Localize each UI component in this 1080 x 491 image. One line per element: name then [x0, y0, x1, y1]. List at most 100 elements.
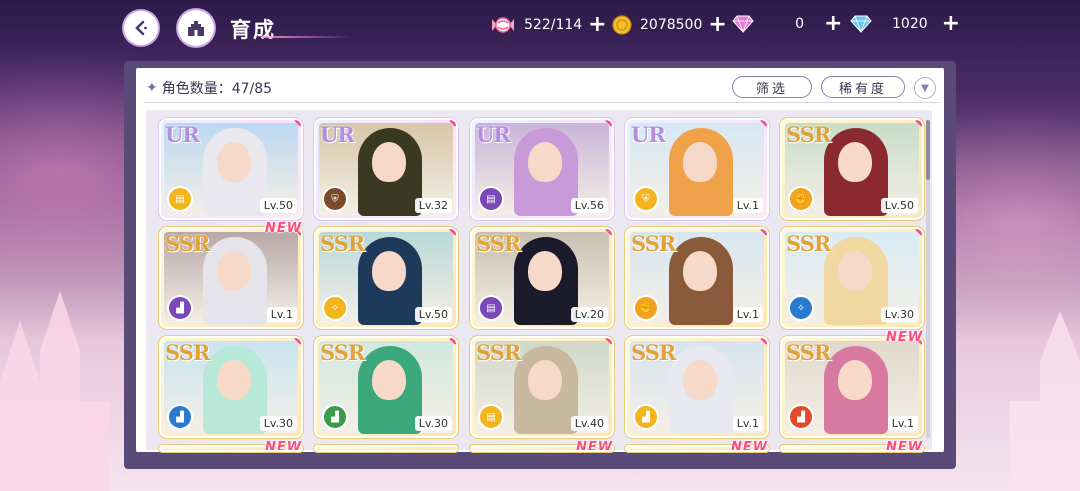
level-label: Lv.56 — [570, 198, 608, 213]
resource-pink-diamond: 0 + — [732, 13, 842, 35]
rarity-label: SSR — [786, 231, 831, 256]
level-label: Lv.50 — [880, 198, 918, 213]
level-label: Lv.1 — [732, 416, 763, 431]
rarity-label: SSR — [786, 122, 831, 147]
divider — [144, 102, 940, 103]
character-card[interactable]: UR ▤ Lv.50 — [161, 120, 301, 218]
level-label: Lv.1 — [887, 416, 918, 431]
boot-icon: ▟ — [167, 404, 193, 430]
character-face — [372, 360, 406, 400]
character-card[interactable]: UR ⛨ Lv.1 — [627, 120, 767, 218]
new-badge: NEW — [731, 440, 769, 450]
character-count: ✦ 角色数量：47/85 — [146, 78, 272, 98]
book-icon: ▤ — [478, 404, 504, 430]
add-candy-button[interactable]: + — [588, 14, 606, 36]
character-card[interactable]: SSR ✊ Lv.50 — [782, 120, 922, 218]
filter-button[interactable]: 筛选 — [732, 76, 812, 98]
new-badge: NEW — [576, 440, 614, 450]
add-gold-button[interactable]: + — [708, 14, 726, 36]
character-card[interactable]: SSR ✊ Lv.1 — [627, 229, 767, 327]
new-badge: NEW — [265, 221, 303, 236]
character-face — [217, 360, 251, 400]
resource-blue-diamond: 1020 + — [850, 13, 960, 35]
character-card[interactable]: SSR ▟ Lv.1 — [782, 338, 922, 436]
character-count-label: 角色数量：47/85 — [161, 81, 273, 97]
scrollbar-thumb[interactable] — [926, 120, 930, 180]
character-card[interactable]: SSR ✧ Lv.50 — [316, 229, 456, 327]
rarity-label: SSR — [165, 231, 210, 256]
add-blue-diamond-button[interactable]: + — [942, 13, 960, 35]
boot-icon: ▟ — [633, 404, 659, 430]
add-pink-diamond-button[interactable]: + — [824, 13, 842, 35]
castle-silhouette-left — [0, 291, 110, 491]
level-label: Lv.20 — [570, 307, 608, 322]
fist-icon: ✊ — [788, 186, 814, 212]
character-card[interactable]: SSR ▤ Lv.20 — [472, 229, 612, 327]
top-bar: 育成 522/114 + 2078500 + 0 + 1020 + — [0, 0, 1080, 56]
level-label: Lv.30 — [880, 307, 918, 322]
rarity-sort-button[interactable]: 稀有度 — [821, 76, 905, 98]
boot-icon: ▟ — [788, 404, 814, 430]
level-label: Lv.1 — [266, 307, 297, 322]
blue-diamond-icon — [850, 15, 872, 33]
character-card[interactable]: SSR ✧ Lv.30 — [782, 229, 922, 327]
boot-icon: ▟ — [322, 404, 348, 430]
character-face — [528, 142, 562, 182]
character-face — [217, 251, 251, 291]
gold-coin-icon — [612, 15, 632, 35]
character-face — [528, 360, 562, 400]
page-title: 育成 — [230, 18, 276, 42]
character-card[interactable]: SSR ▟ Lv.1 — [627, 338, 767, 436]
character-card[interactable] — [316, 447, 456, 450]
chevron-down-icon: ▼ — [921, 82, 929, 94]
new-badge: NEW — [265, 440, 303, 450]
back-button[interactable] — [124, 11, 158, 45]
character-face — [217, 142, 251, 182]
sparkle-icon: ✦ — [146, 80, 158, 96]
character-card[interactable]: SSR ▟ Lv.1 — [161, 229, 301, 327]
shield-icon: ⛨ — [322, 186, 348, 212]
castle-home-icon — [188, 21, 204, 36]
wand-icon: ✧ — [322, 295, 348, 321]
rarity-label: SSR — [786, 340, 831, 365]
rarity-label: SSR — [631, 231, 676, 256]
resource-value: 2078500 — [640, 17, 703, 33]
rarity-label: UR — [165, 122, 200, 147]
resource-gold: 2078500 + — [612, 14, 727, 36]
level-label: Lv.50 — [414, 307, 452, 322]
title-decoration — [262, 36, 352, 38]
fist-icon: ✊ — [633, 295, 659, 321]
rarity-label: SSR — [476, 340, 521, 365]
resource-value: 1020 — [892, 16, 928, 32]
character-face — [372, 251, 406, 291]
candy-icon — [492, 17, 514, 33]
level-label: Lv.1 — [732, 307, 763, 322]
resource-value: 522/114 — [524, 17, 583, 33]
character-card[interactable]: SSR ▟ Lv.30 — [161, 338, 301, 436]
boot-icon: ▟ — [167, 295, 193, 321]
character-face — [838, 142, 872, 182]
rarity-label: SSR — [631, 340, 676, 365]
book-icon: ▤ — [478, 295, 504, 321]
level-label: Lv.30 — [259, 416, 297, 431]
character-face — [683, 142, 717, 182]
level-label: Lv.1 — [732, 198, 763, 213]
home-button[interactable] — [178, 10, 214, 46]
shield-icon: ⛨ — [633, 186, 659, 212]
character-face — [683, 251, 717, 291]
character-face — [528, 251, 562, 291]
character-card[interactable]: UR ▤ Lv.56 — [472, 120, 612, 218]
character-face — [683, 360, 717, 400]
rarity-label: UR — [631, 122, 666, 147]
character-face — [372, 142, 406, 182]
rarity-label: UR — [476, 122, 511, 147]
rarity-label: SSR — [320, 340, 365, 365]
sort-order-toggle[interactable]: ▼ — [914, 77, 936, 99]
character-face — [838, 251, 872, 291]
level-label: Lv.40 — [570, 416, 608, 431]
pink-diamond-icon — [732, 15, 754, 33]
resource-value: 0 — [795, 16, 804, 32]
character-card[interactable]: SSR ▤ Lv.40 — [472, 338, 612, 436]
character-card[interactable]: SSR ▟ Lv.30 — [316, 338, 456, 436]
character-card[interactable]: UR ⛨ Lv.32 — [316, 120, 456, 218]
